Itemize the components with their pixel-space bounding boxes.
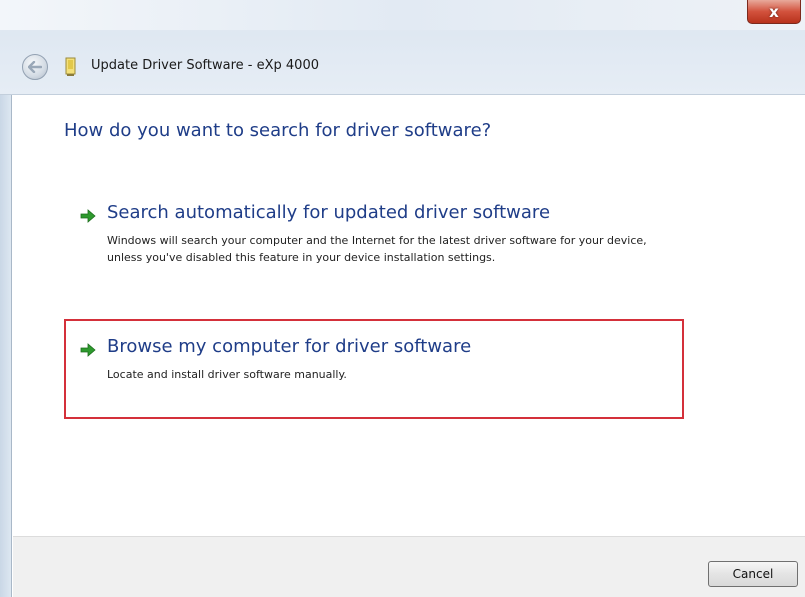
window-title: Update Driver Software - eXp 4000 <box>91 58 319 73</box>
wizard-content <box>13 96 805 535</box>
back-arrow-icon <box>28 61 42 73</box>
cancel-button[interactable]: Cancel <box>708 561 798 587</box>
green-arrow-icon <box>80 209 96 223</box>
title-bar <box>0 0 805 30</box>
browse-computer-option[interactable]: Browse my computer for driver software L… <box>64 319 684 419</box>
device-driver-icon <box>65 57 76 76</box>
option-title: Browse my computer for driver software <box>107 336 472 357</box>
option-title: Search automatically for updated driver … <box>107 202 551 223</box>
wizard-footer <box>13 536 805 597</box>
green-arrow-icon <box>80 343 96 357</box>
option-description: Locate and install driver software manua… <box>107 368 347 381</box>
close-button[interactable]: x <box>747 0 801 24</box>
search-automatically-option[interactable]: Search automatically for updated driver … <box>64 195 684 295</box>
close-icon: x <box>769 2 779 21</box>
page-title: How do you want to search for driver sof… <box>64 120 492 141</box>
update-driver-window: x Update Driver Software - eXp 4000 How … <box>0 0 805 597</box>
back-button[interactable] <box>22 54 48 80</box>
option-description: Windows will search your computer and th… <box>107 234 647 264</box>
window-left-border <box>0 95 12 597</box>
window-chrome <box>0 0 805 95</box>
